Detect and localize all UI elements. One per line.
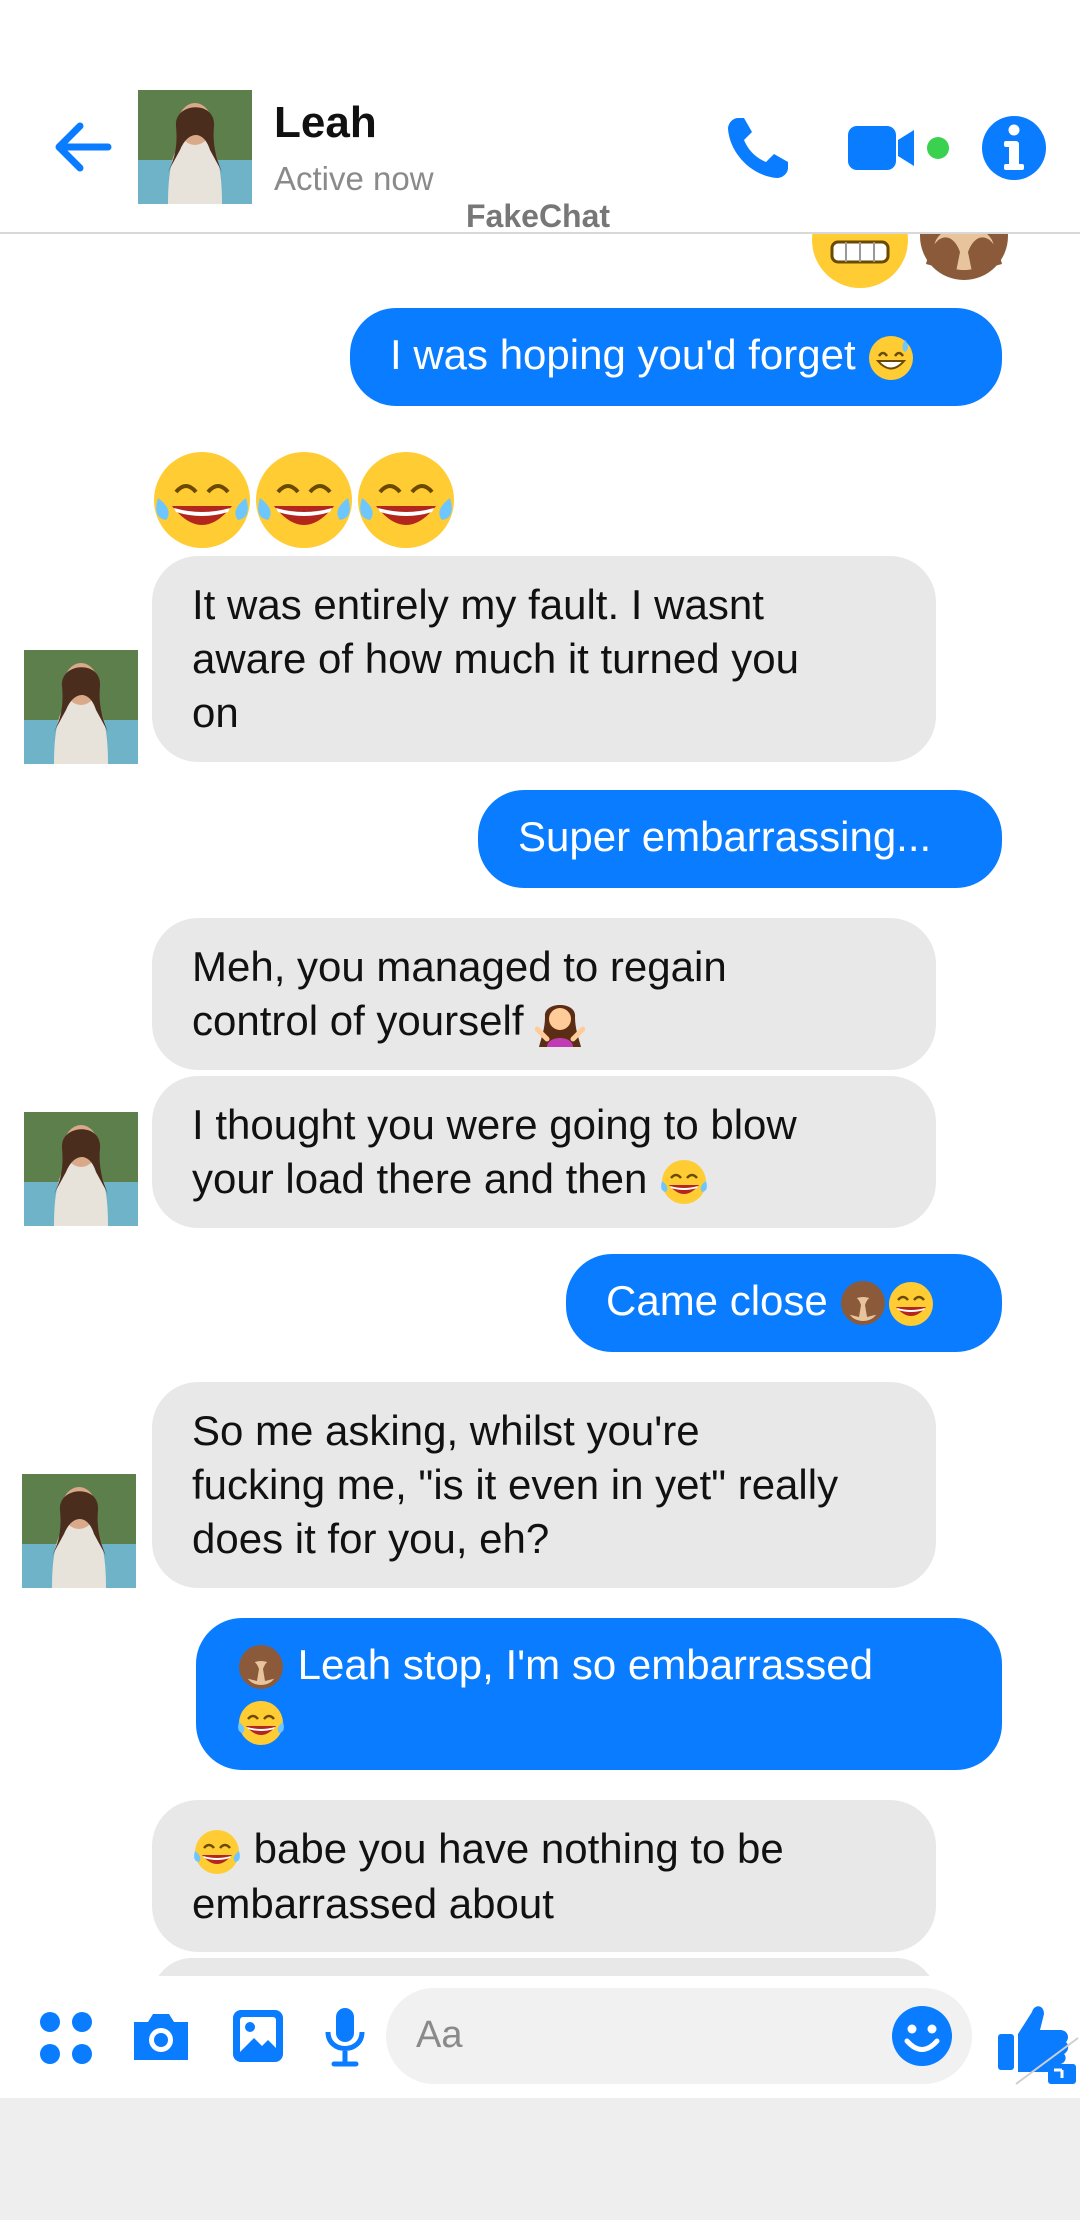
- contact-name: Leah: [274, 98, 377, 147]
- gallery-button[interactable]: [230, 2006, 286, 2071]
- back-arrow-icon: [55, 122, 112, 172]
- message-text: Came close: [606, 1277, 828, 1324]
- see-no-evil-monkey-icon: [239, 1644, 283, 1689]
- message-input[interactable]: [386, 1988, 972, 2084]
- sent-message[interactable]: Leah stop, I'm so embarrassed: [196, 1618, 1002, 1770]
- avatar-photo: [22, 1474, 136, 1588]
- contact-avatar[interactable]: [138, 90, 252, 204]
- sent-message[interactable]: I was hoping you'd forget: [350, 308, 1002, 406]
- composer-bar: Aa: [0, 1976, 1080, 2098]
- apps-icon: [40, 2012, 92, 2064]
- message-line: I thought you were going to blow: [192, 1101, 797, 1148]
- message-text: Super embarrassing...: [518, 813, 932, 860]
- message-line: does it for you, eh?: [192, 1515, 550, 1562]
- message-line: Leah stop, I'm so embarrassed: [297, 1641, 873, 1688]
- received-message-partial[interactable]: [152, 1958, 936, 1976]
- phone-icon: [728, 118, 788, 178]
- tears-of-joy-emoji-icon: [194, 1829, 240, 1874]
- back-button[interactable]: [48, 112, 118, 182]
- sent-message[interactable]: Super embarrassing...: [478, 790, 1002, 888]
- big-emoji-message[interactable]: [152, 450, 462, 555]
- grinning-sweat-emoji-icon: [869, 335, 914, 380]
- sent-message[interactable]: Came close: [566, 1254, 1002, 1352]
- tears-of-joy-emoji-icon: [661, 1159, 707, 1204]
- avatar-photo: [24, 1112, 138, 1226]
- online-dot: [927, 137, 949, 159]
- info-button[interactable]: [978, 112, 1050, 184]
- person-shrugging-emoji-icon: [535, 1004, 586, 1047]
- message-list[interactable]: I was hoping you'd forget It was entirel…: [0, 232, 1080, 1976]
- sender-avatar[interactable]: [22, 1474, 136, 1588]
- avatar-photo: [138, 90, 252, 204]
- received-message[interactable]: So me asking, whilst you're fucking me, …: [152, 1382, 936, 1588]
- message-line: It was entirely my fault. I wasnt: [192, 581, 764, 628]
- info-icon: [982, 116, 1046, 180]
- voice-call-button[interactable]: [722, 112, 794, 184]
- message-line: fucking me, "is it even in yet" really: [192, 1461, 839, 1508]
- see-no-evil-and-laughing-emoji-icon: [841, 1280, 934, 1326]
- received-message[interactable]: Meh, you managed to regain control of yo…: [152, 918, 936, 1070]
- message-line: on: [192, 689, 239, 736]
- received-message[interactable]: It was entirely my fault. I wasnt aware …: [152, 556, 936, 762]
- message-line: control of yourself: [192, 997, 524, 1044]
- message-line: embarrassed about: [192, 1879, 554, 1927]
- thumbs-up-icon: [998, 2006, 1079, 2085]
- contact-status: Active now: [274, 160, 434, 197]
- message-text: I was hoping you'd forget: [390, 331, 856, 378]
- grimace-emoji-icon: [812, 232, 1008, 288]
- received-message[interactable]: I thought you were going to blow your lo…: [152, 1076, 936, 1228]
- message-input-placeholder: Aa: [416, 2014, 463, 2056]
- sender-avatar[interactable]: [24, 1112, 138, 1226]
- camera-button[interactable]: [130, 2008, 192, 2069]
- message-line: aware of how much it turned you: [192, 635, 799, 682]
- tears-of-joy-emoji-icon: [154, 452, 454, 548]
- emoji-button[interactable]: [890, 2004, 954, 2073]
- received-message[interactable]: babe you have nothing to be embarrassed …: [152, 1800, 936, 1952]
- video-call-button[interactable]: [846, 118, 956, 178]
- system-nav-area: [0, 2098, 1080, 2220]
- video-camera-icon: [848, 126, 949, 170]
- message-line: So me asking, whilst you're: [192, 1407, 700, 1454]
- watermark: FakeChat: [466, 198, 611, 234]
- microphone-button[interactable]: [322, 2006, 368, 2073]
- tears-of-joy-emoji-icon: [238, 1700, 284, 1745]
- gallery-icon: [233, 2010, 283, 2062]
- apps-button[interactable]: [38, 2010, 94, 2071]
- like-button[interactable]: [996, 1998, 1080, 2093]
- message-line: Meh, you managed to regain: [192, 943, 727, 990]
- microphone-icon: [325, 2008, 365, 2067]
- sender-avatar[interactable]: [24, 650, 138, 764]
- camera-icon: [134, 2014, 188, 2060]
- see-no-evil-monkey-icon: [920, 232, 1008, 280]
- smiley-icon: [892, 2006, 952, 2066]
- partial-emoji-row: [812, 232, 1012, 301]
- message-line: your load there and then: [192, 1155, 648, 1202]
- avatar-photo: [24, 650, 138, 764]
- message-line: babe you have nothing to be: [253, 1825, 784, 1872]
